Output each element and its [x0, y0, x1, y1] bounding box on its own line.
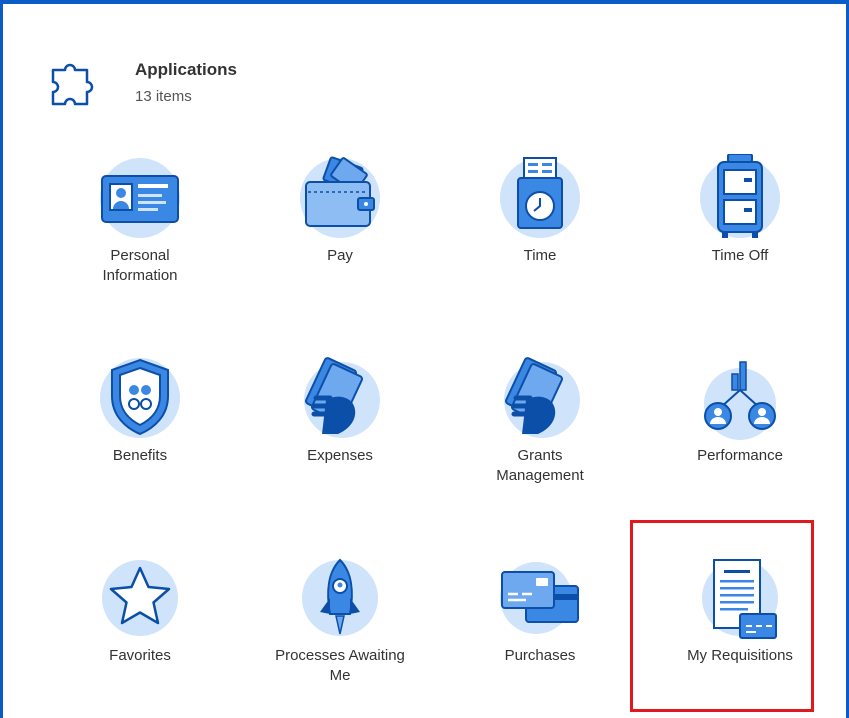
app-tile-expenses[interactable]: Expenses	[240, 354, 440, 504]
app-label: Personal Information	[102, 247, 178, 284]
rocket-icon	[302, 558, 378, 636]
app-label: Purchases	[504, 647, 576, 664]
app-tile-grants-management[interactable]: Grants Management	[440, 354, 640, 504]
app-label: Grants Management	[496, 447, 584, 484]
requisition-document-icon	[702, 559, 778, 639]
app-label: Expenses	[307, 447, 373, 464]
app-label: My Requisitions	[687, 647, 793, 664]
wallet-icon	[300, 156, 380, 238]
app-label: Processes Awaiting Me	[275, 647, 405, 684]
app-tile-pay[interactable]: Pay	[240, 154, 440, 304]
performance-chart-icon	[704, 361, 776, 440]
app-label: Benefits	[112, 447, 168, 464]
credit-cards-icon	[500, 562, 579, 634]
app-tile-processes-awaiting-me[interactable]: Processes Awaiting Me	[240, 554, 440, 704]
app-label: Time Off	[711, 247, 769, 264]
hand-money-icon	[304, 357, 380, 438]
app-tile-personal-information[interactable]: Personal Information	[40, 154, 240, 304]
time-clock-icon	[500, 157, 580, 238]
app-tile-favorites[interactable]: Favorites	[40, 554, 240, 704]
app-tile-benefits[interactable]: Benefits	[40, 354, 240, 504]
puzzle-icon	[51, 63, 94, 106]
app-label: Time	[523, 247, 557, 264]
id-card-icon	[100, 158, 180, 238]
applications-header: Applications 13 items	[49, 54, 449, 114]
star-icon	[102, 560, 178, 636]
page-title: Applications	[135, 60, 238, 79]
app-tile-time-off[interactable]: Time Off	[640, 154, 840, 304]
app-tile-my-requisitions[interactable]: My Requisitions	[622, 554, 822, 704]
app-tile-performance[interactable]: Performance	[640, 354, 840, 504]
app-tile-purchases[interactable]: Purchases	[440, 554, 640, 704]
app-label: Favorites	[109, 647, 171, 664]
app-label: Performance	[697, 447, 783, 464]
app-tile-time[interactable]: Time	[440, 154, 640, 304]
shield-icon	[100, 358, 180, 438]
item-count: 13 items	[135, 88, 192, 105]
applications-panel: Applications 13 items Personal Informati…	[0, 0, 849, 718]
suitcase-icon	[700, 154, 780, 238]
hand-money-icon	[504, 357, 580, 438]
app-label: Pay	[327, 247, 353, 264]
